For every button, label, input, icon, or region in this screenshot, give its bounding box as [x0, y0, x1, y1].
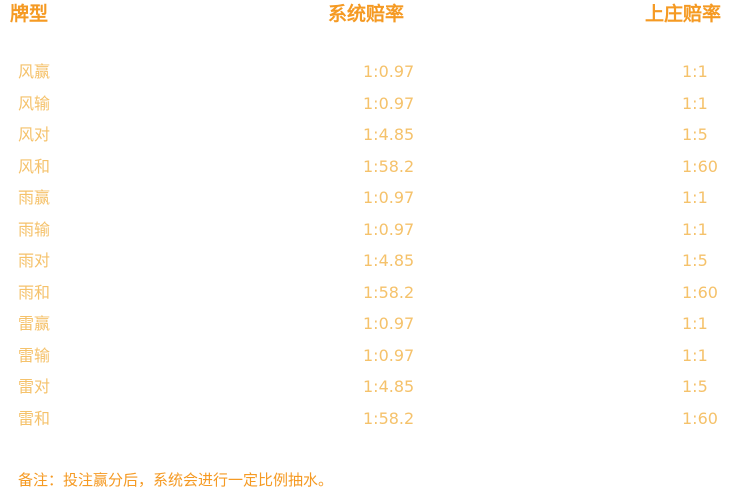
card-type-cell: 雨对 [18, 251, 51, 270]
banker-odds-cell: 1:5 [682, 125, 708, 144]
card-type-cell: 雨赢 [18, 188, 51, 207]
banker-odds-cell: 1:1 [682, 314, 708, 333]
banker-odds-cell: 1:1 [682, 188, 708, 207]
system-odds-cell: 1:0.97 [363, 314, 415, 333]
card-type-cell: 雷和 [18, 408, 51, 428]
banker-odds-cell: 1:5 [682, 251, 708, 270]
system-odds-cell: 1:4.85 [363, 377, 415, 396]
odds-table-header: 牌型 系统赔率 上庄赔率 [0, 0, 742, 30]
system-odds-cell: 1:58.2 [363, 282, 415, 302]
card-type-cell: 雷输 [18, 345, 51, 365]
banker-odds-cell: 1:60 [682, 156, 718, 176]
banker-odds-cell: 1:1 [682, 345, 708, 365]
card-type-cell: 风和 [18, 156, 51, 176]
table-row: 风赢 1:0.97 1:1 [0, 56, 742, 88]
table-row: 雨赢 1:0.97 1:1 [0, 182, 742, 214]
table-row: 雷和 1:58.2 1:60 [0, 403, 742, 435]
column-header-banker-odds: 上庄赔率 [645, 3, 722, 25]
table-row: 雨输 1:0.97 1:1 [0, 214, 742, 246]
system-odds-cell: 1:4.85 [363, 251, 415, 270]
card-type-cell: 雨输 [18, 219, 51, 239]
footnote: 备注：投注赢分后，系统会进行一定比例抽水。 [18, 471, 334, 489]
system-odds-cell: 1:4.85 [363, 125, 415, 144]
table-row: 风对 1:4.85 1:5 [0, 119, 742, 151]
card-type-cell: 雨和 [18, 282, 51, 302]
system-odds-cell: 1:0.97 [363, 93, 415, 113]
banker-odds-cell: 1:1 [682, 93, 708, 113]
system-odds-cell: 1:0.97 [363, 219, 415, 239]
odds-table-body: 风赢 1:0.97 1:1 风输 1:0.97 1:1 风对 1:4.85 1:5 风和 1:58.… [0, 56, 742, 434]
banker-odds-cell: 1:60 [682, 282, 718, 302]
system-odds-cell: 1:0.97 [363, 345, 415, 365]
table-row: 雨和 1:58.2 1:60 [0, 277, 742, 309]
card-type-cell: 雷赢 [18, 314, 51, 333]
system-odds-cell: 1:58.2 [363, 156, 415, 176]
table-row: 风输 1:0.97 1:1 [0, 88, 742, 120]
column-header-system-odds: 系统赔率 [328, 3, 405, 25]
system-odds-cell: 1:0.97 [363, 188, 415, 207]
table-row: 雷对 1:4.85 1:5 [0, 371, 742, 403]
table-row: 风和 1:58.2 1:60 [0, 151, 742, 183]
banker-odds-cell: 1:1 [682, 62, 708, 81]
system-odds-cell: 1:58.2 [363, 408, 415, 428]
system-odds-cell: 1:0.97 [363, 62, 415, 81]
table-row: 雷赢 1:0.97 1:1 [0, 308, 742, 340]
banker-odds-cell: 1:1 [682, 219, 708, 239]
card-type-cell: 风对 [18, 125, 51, 144]
banker-odds-cell: 1:60 [682, 408, 718, 428]
column-header-card-type: 牌型 [10, 3, 49, 25]
card-type-cell: 雷对 [18, 377, 51, 396]
card-type-cell: 风输 [18, 93, 51, 113]
table-row: 雷输 1:0.97 1:1 [0, 340, 742, 372]
card-type-cell: 风赢 [18, 62, 51, 81]
table-row: 雨对 1:4.85 1:5 [0, 245, 742, 277]
banker-odds-cell: 1:5 [682, 377, 708, 396]
